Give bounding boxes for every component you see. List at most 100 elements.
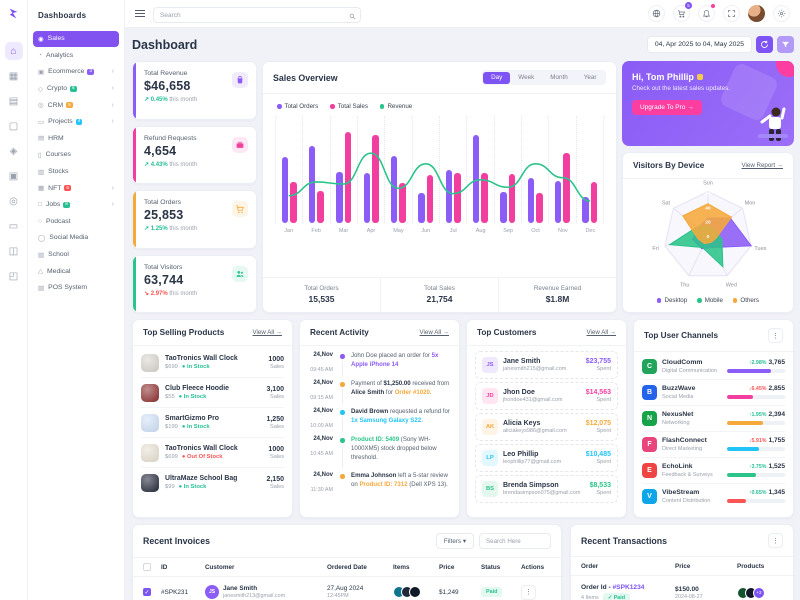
hamburger-menu-icon[interactable] [135,10,145,18]
user-avatar[interactable] [748,5,765,22]
channel-row[interactable]: FFlashConnectDirect Marketing↓5.91%1,755 [642,432,785,458]
fullscreen-icon[interactable] [723,5,740,22]
search-input[interactable] [153,7,361,23]
row-checkbox[interactable]: ✓ [143,588,151,596]
sidebar-item-stocks[interactable]: ▥Stocks [33,164,119,180]
sidebar-item-nft[interactable]: ▦NFT6› [33,180,119,196]
x-axis-label: Jan [275,228,302,234]
select-all-checkbox[interactable] [143,563,151,571]
view-report-link[interactable]: View Report → [742,162,784,169]
sidebar-item-school[interactable]: ▧School [33,247,119,263]
column-header-id: ID [161,564,205,571]
sidebar-item-medical[interactable]: △ Medical [33,263,119,279]
customer-avatar: BS [482,481,498,497]
svg-text:0: 0 [707,234,710,240]
tab-week[interactable]: Week [510,72,542,84]
sidebar-item-sales[interactable]: ◉Sales [33,31,119,47]
widgets-icon[interactable]: ◈ [5,142,23,160]
cart-icon[interactable]: 5 [673,5,690,22]
sidebar-item-projects[interactable]: ▭Projects4› [33,114,119,130]
product-row[interactable]: TaoTronics Wall Clock$699● Out Of Stock1… [141,438,284,468]
x-axis-label: Sep [494,228,521,234]
notifications-bell-icon[interactable] [698,5,715,22]
sidebar-item-crm[interactable]: ◎CRM5› [33,97,119,113]
channel-row[interactable]: NNexusNetNetworking↑1.95%2,394 [642,406,785,432]
svg-text:20: 20 [705,220,711,226]
product-image [141,444,159,462]
sidebar-item-hrm[interactable]: ▤HRM [33,131,119,147]
activity-dot [340,474,345,479]
tables-icon[interactable]: ◰ [5,267,23,285]
tab-year[interactable]: Year [576,72,605,84]
invoices-title: Recent Invoices [143,536,210,546]
sidebar-item-label: Medical [47,268,70,275]
upgrade-pro-button[interactable]: Upgrade To Pro → [632,100,702,115]
channel-metrics: ↑3.75%1,525 [727,463,785,477]
channel-row[interactable]: BBuzzWaveSocial Media↓6.45%2,855 [642,380,785,406]
refresh-button[interactable] [756,36,773,53]
sidebar-item-crypto[interactable]: ◇Crypto6› [33,81,119,97]
settings-gear-icon[interactable] [773,5,790,22]
invoice-search-input[interactable] [479,533,551,549]
customer-row[interactable]: LPLeo Phillipleophillip77@gmail.com$10,4… [475,444,618,472]
charts-icon[interactable]: ◫ [5,242,23,260]
invoice-row[interactable]: ✓#SPK231JSJane Smithjanesmith213@gmail.c… [133,577,561,600]
sidebar-item-podcast[interactable]: ○Podcast [33,214,119,230]
svg-text:60: 60 [705,191,711,197]
filter-button[interactable] [777,36,794,53]
sidebar-item-pos-system[interactable]: ▨POS System [33,280,119,296]
products-view-all-link[interactable]: View All → [253,329,282,336]
customers-view-all-link[interactable]: View All → [587,329,616,336]
cart-icon [232,201,248,217]
customer-row[interactable]: JSJane Smithjanesmith215@gmail.com$23,75… [475,351,618,379]
components-icon[interactable]: ▣ [5,167,23,185]
wave-emoji [697,74,703,80]
home-icon[interactable]: ⌂ [5,42,23,60]
activity-text: John Doe placed an order for 5x Apple iP… [347,352,451,376]
customer-row[interactable]: JDJhon Doejhondoe431@gmail.com$14,563Spe… [475,382,618,410]
channel-row[interactable]: VVibeStreamContent Distribution↑0.65%1,3… [642,484,785,509]
legend-dot [277,104,282,109]
customer-row[interactable]: BSBrenda Simpsonbrendasimpson075@gmail.c… [475,475,618,503]
customer-row[interactable]: AKAlicia Keysaliciakeys986@gmail.com$12,… [475,413,618,441]
row-actions-button[interactable]: ⋮ [521,585,536,600]
medical-icon: △ [38,267,43,275]
product-row[interactable]: UltraMaze School Bag$99● In Stock2,150Sa… [141,468,284,497]
activity-date: 24,Nov10:00 AM [308,408,338,432]
sidebar-item-courses[interactable]: ▯Courses [33,147,119,163]
timeline-line [342,389,343,405]
sidebar-item-analytics[interactable]: ◔Analytics [33,48,119,64]
apps-grid-icon[interactable]: ▦ [5,67,23,85]
bar-total-orders [500,192,507,223]
date-range-picker[interactable]: 04, Apr 2025 to 04, May 2025 [647,36,752,53]
product-row[interactable]: Club Fleece Hoodie$55● In Stock3,100Sale… [141,378,284,408]
compass-icon[interactable]: ◎ [5,192,23,210]
product-row[interactable]: SmartGizmo Pro$199● In Stock1,250Sales [141,408,284,438]
crypto-icon: ◇ [38,85,43,93]
transactions-menu-button[interactable]: ⋮ [768,533,783,548]
sidebar-item-jobs[interactable]: □Jobs8› [33,197,119,213]
promo-person-illustration [756,104,790,144]
tab-month[interactable]: Month [542,72,576,84]
sidebar-item-label: Stocks [48,168,68,175]
channels-menu-button[interactable]: ⋮ [768,328,783,343]
x-axis-label: Jun [412,228,439,234]
product-row[interactable]: TaoTronics Wall Clock$699● In Stock1000S… [141,348,284,378]
social-media-icon: ◯ [38,234,45,242]
transaction-row[interactable]: Order Id - #SPK12344 Items✓ Paid$150.002… [571,576,793,600]
cards-icon[interactable]: ▭ [5,217,23,235]
filters-button[interactable]: Filters ▾ [436,533,474,549]
svg-text:Sat: Sat [662,200,671,206]
sidebar-item-label: Sales [48,35,65,42]
sidebar-item-social-media[interactable]: ◯Social Media [33,230,119,246]
bar-total-orders [418,193,425,223]
layers-icon[interactable]: ▤ [5,92,23,110]
channel-row[interactable]: EEchoLinkFeedback & Surveys↑3.75%1,525 [642,458,785,484]
sidebar-item-ecommerce[interactable]: ▣Ecommerce3› [33,64,119,80]
channel-row[interactable]: CCloudCommDigital Communication↑2.98%3,7… [642,354,785,380]
document-icon[interactable]: ▢ [5,117,23,135]
tab-day[interactable]: Day [483,72,510,84]
app-logo-icon[interactable] [7,7,20,25]
language-globe-icon[interactable] [648,5,665,22]
activity-view-all-link[interactable]: View All → [420,329,449,336]
